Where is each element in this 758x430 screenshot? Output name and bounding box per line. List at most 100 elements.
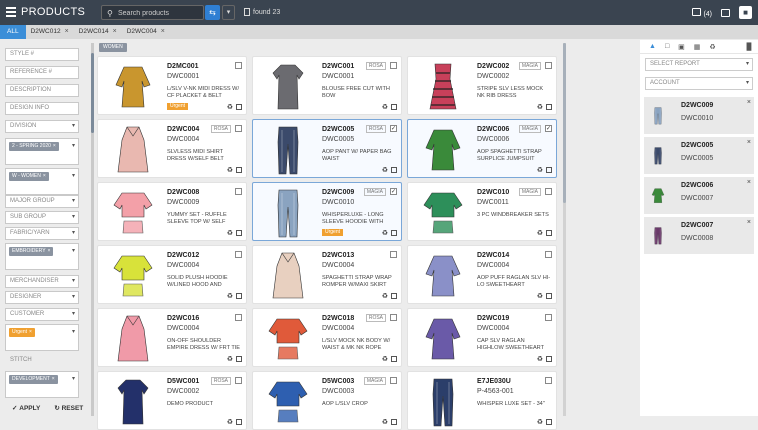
remove-chip-icon[interactable]: ×: [52, 376, 55, 382]
scroll-thumb[interactable]: [563, 43, 566, 203]
select-checkbox[interactable]: [545, 251, 552, 258]
product-card[interactable]: D2WC009 DWC0010 WHISPERLUXE - LONG SLEEVE …: [252, 182, 402, 241]
calendar-icon[interactable]: [546, 230, 552, 236]
select-checkbox[interactable]: [390, 62, 397, 69]
product-image[interactable]: [102, 122, 164, 177]
product-image[interactable]: [257, 248, 319, 303]
hanger-icon[interactable]: ▲: [649, 43, 656, 50]
grid-icon[interactable]: ▦: [694, 43, 701, 51]
stage-multiselect[interactable]: DEVELOPMENT × ▾: [5, 371, 79, 398]
apply-button[interactable]: ✓ APPLY: [12, 404, 40, 412]
reset-button[interactable]: ↻ RESET: [54, 404, 83, 412]
calendar-icon[interactable]: [546, 293, 552, 299]
product-card[interactable]: D2WC006 DWC0006 AOP SPAGHETTI STRAP SURPLI…: [407, 119, 557, 178]
customer-select[interactable]: CUSTOMER ▾: [5, 308, 79, 321]
recycle-icon[interactable]: ♻: [709, 43, 715, 51]
design-info-field[interactable]: DESIGN INFO: [5, 102, 79, 115]
remove-item-icon[interactable]: ×: [747, 99, 751, 106]
season-multiselect[interactable]: 2 - SPRING 2020 × ▾: [5, 138, 79, 165]
product-image[interactable]: [257, 185, 319, 240]
select-checkbox[interactable]: [545, 62, 552, 69]
designer-select[interactable]: DESIGNER ▾: [5, 291, 79, 304]
select-checkbox[interactable]: [235, 188, 242, 195]
product-card[interactable]: D5WC001 DWC0002 Demo Product ROSA ♻: [97, 371, 247, 430]
calendar-icon[interactable]: [236, 167, 242, 173]
product-card[interactable]: D2WC014 DWC0004 AOP PUFF RAGLAN SLV HI-LO …: [407, 245, 557, 304]
product-card[interactable]: D2WC018 DWC0004 L/SLV MOCK NK BODY W/ WAIS…: [252, 308, 402, 367]
selected-item[interactable]: D2WC006 DWC0007 ×: [644, 177, 754, 214]
scroll-thumb[interactable]: [91, 53, 94, 133]
trash-icon[interactable]: ▉: [747, 43, 752, 51]
major-group-select[interactable]: MAJOR GROUP ▾: [5, 195, 79, 208]
remove-chip-icon[interactable]: ×: [53, 143, 56, 149]
select-checkbox[interactable]: [235, 251, 242, 258]
product-image[interactable]: [412, 59, 474, 114]
select-checkbox[interactable]: [390, 314, 397, 321]
fabric-yarn-select[interactable]: FABRIC/YARN ▾: [5, 227, 79, 240]
product-card[interactable]: D2WC019 DWC0004 CAP SLV RAGLAN HIGHLOW SWE…: [407, 308, 557, 367]
product-image[interactable]: [102, 185, 164, 240]
style-number-field[interactable]: STYLE #: [5, 48, 79, 61]
product-card[interactable]: D2WC008 DWC0009 YUMMY SET - RUFFLE SLEEVE …: [97, 182, 247, 241]
calendar-icon[interactable]: [546, 419, 552, 425]
select-checkbox[interactable]: [545, 188, 552, 195]
selected-item[interactable]: D2WC007 DWC0008 ×: [644, 217, 754, 254]
selected-item[interactable]: D2WC005 DWC0005 ×: [644, 137, 754, 174]
tab-d2wc004[interactable]: D2WC004 ×: [122, 25, 170, 39]
product-image[interactable]: [102, 374, 164, 429]
select-checkbox[interactable]: [235, 125, 242, 132]
calendar-icon[interactable]: [391, 356, 397, 362]
department-multiselect[interactable]: W - WOMEN × ▾: [5, 168, 79, 195]
remove-chip-icon[interactable]: ×: [29, 329, 32, 335]
product-card[interactable]: D2WC012 DWC0004 SOLID PLUSH HOODIE W/LINED…: [97, 245, 247, 304]
close-icon[interactable]: ×: [65, 25, 69, 39]
select-checkbox[interactable]: [545, 314, 552, 321]
product-image[interactable]: [412, 374, 474, 429]
product-card[interactable]: D2WC002 DWC0002 STRIPE SLV LESS MOCK NK RI…: [407, 56, 557, 115]
reference-number-field[interactable]: REFERENCE #: [5, 66, 79, 79]
select-checkbox[interactable]: ✓: [545, 125, 552, 132]
remove-item-icon[interactable]: ×: [747, 139, 751, 146]
product-card[interactable]: D5WC003 DWC0003 AOP L/SLV CROP MAGIA ♻: [252, 371, 402, 430]
product-card[interactable]: E7JE030U P-4563-001 WHISPER LUXE SET - 34"…: [407, 371, 557, 430]
select-checkbox[interactable]: [545, 377, 552, 384]
product-image[interactable]: [412, 122, 474, 177]
product-card[interactable]: D2WC010 DWC0011 3 PC WINDBREAKER SETS MAGIA…: [407, 182, 557, 241]
document-icon[interactable]: □: [665, 43, 669, 50]
select-checkbox[interactable]: [390, 377, 397, 384]
select-checkbox[interactable]: [390, 251, 397, 258]
calendar-icon[interactable]: [391, 230, 397, 236]
messages-button[interactable]: (4): [692, 7, 712, 18]
remove-chip-icon[interactable]: ×: [43, 173, 46, 179]
print-icon[interactable]: [721, 8, 730, 17]
tab-d2wc014[interactable]: D2WC014 ×: [74, 25, 122, 39]
product-image[interactable]: [257, 311, 319, 366]
calendar-icon[interactable]: [546, 104, 552, 110]
select-checkbox[interactable]: [235, 62, 242, 69]
calendar-icon[interactable]: [391, 419, 397, 425]
select-report-dropdown[interactable]: SELECT REPORT ▾: [645, 58, 753, 71]
calendar-icon[interactable]: [236, 356, 242, 362]
user-menu-button[interactable]: ■: [739, 6, 752, 19]
calendar-icon[interactable]: [236, 104, 242, 110]
hamburger-menu-icon[interactable]: [6, 7, 16, 17]
calendar-icon[interactable]: [546, 356, 552, 362]
product-image[interactable]: [412, 248, 474, 303]
remove-item-icon[interactable]: ×: [747, 179, 751, 186]
select-checkbox[interactable]: ✓: [390, 188, 397, 195]
remove-item-icon[interactable]: ×: [747, 219, 751, 226]
sub-group-select[interactable]: SUB GROUP ▾: [5, 211, 79, 224]
product-image[interactable]: [102, 248, 164, 303]
remove-chip-icon[interactable]: ×: [48, 248, 51, 254]
product-card[interactable]: D2WC001 DWC0001 Blouse free cut with bow RO…: [252, 56, 402, 115]
product-card[interactable]: D2WC004 DWC0004 SLVLESS MIDI SHIRT DRESS W…: [97, 119, 247, 178]
filter-scrollbar[interactable]: [91, 43, 94, 416]
image-icon[interactable]: ▣: [678, 43, 685, 51]
product-image[interactable]: [257, 122, 319, 177]
tab-all[interactable]: ALL: [0, 25, 26, 39]
product-card[interactable]: D2WC016 DWC0004 ON-OFF SHOULDER EMPIRE DRE…: [97, 308, 247, 367]
product-card[interactable]: D2WC005 DWC0005 AOP PANT W/ PAPER BAG WAIS…: [252, 119, 402, 178]
close-icon[interactable]: ×: [113, 25, 117, 39]
calendar-icon[interactable]: [391, 167, 397, 173]
product-image[interactable]: [102, 311, 164, 366]
